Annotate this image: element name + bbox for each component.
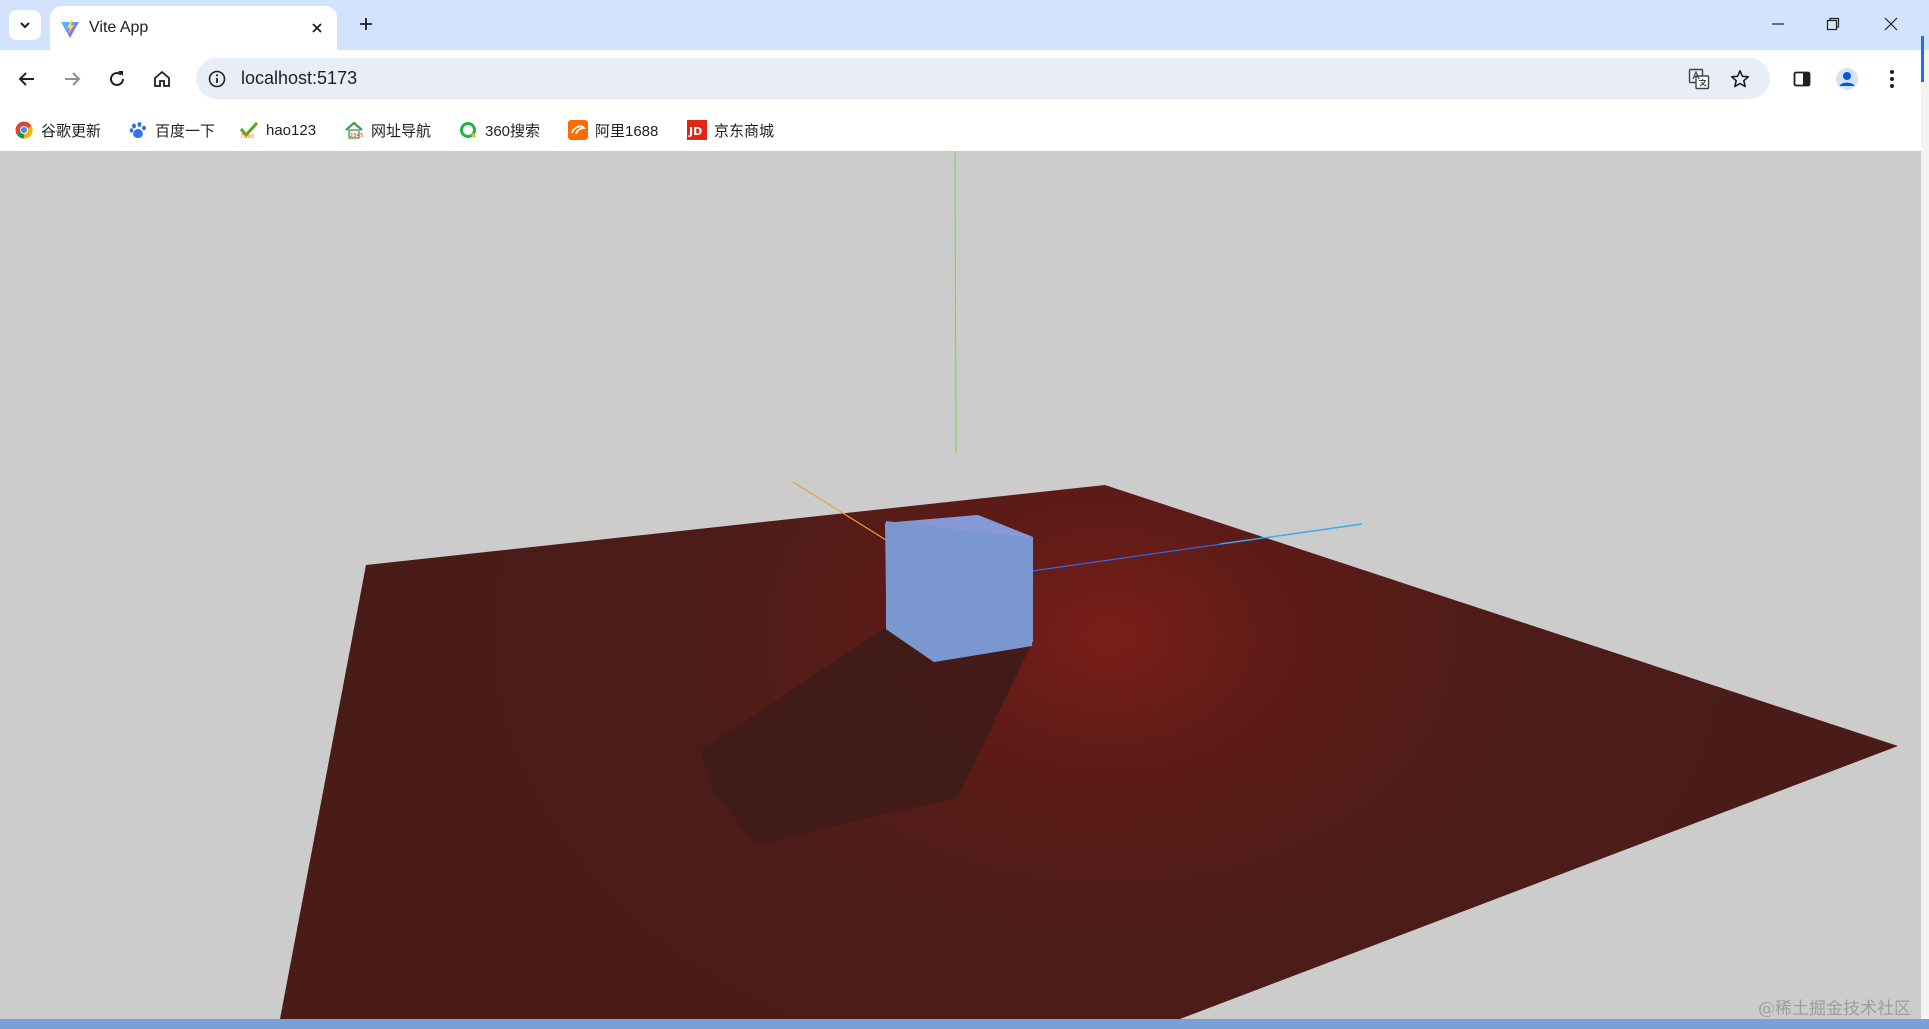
bookmark-baidu[interactable]: 百度一下	[128, 118, 215, 142]
taskbar-strip	[0, 1019, 1929, 1029]
hao123-icon: hao	[239, 120, 259, 140]
bookmark-label: 百度一下	[155, 122, 216, 140]
tab-title: Vite App	[89, 19, 149, 36]
bookmark-jd[interactable]: JD 京东商城	[687, 118, 774, 142]
toolbar: localhost:5173	[0, 50, 1921, 108]
tab-strip: Vite App	[0, 0, 1929, 50]
profile-avatar-icon	[1836, 68, 1858, 90]
axis-y-line	[954, 151, 957, 454]
ground-plane	[280, 485, 1898, 1019]
arrow-left-icon	[18, 72, 34, 86]
window-edge	[1921, 50, 1929, 1019]
home-icon	[154, 70, 170, 87]
house-nav-icon: 2345	[344, 120, 364, 140]
back-button[interactable]	[11, 63, 43, 95]
vite-logo-icon	[61, 20, 79, 38]
bookmarks-bar: 谷歌更新 百度一下 hao hao123 2345 网址导航 360搜索 阿里1…	[0, 108, 1921, 151]
plus-icon	[360, 18, 372, 30]
webgl-canvas[interactable]: @稀土掘金技术社区	[0, 151, 1921, 1019]
reload-button[interactable]	[101, 63, 133, 95]
translate-icon[interactable]	[1686, 66, 1712, 92]
chevron-down-icon	[20, 22, 30, 29]
bookmark-nav[interactable]: 2345 网址导航	[344, 118, 431, 142]
tab-vite-app[interactable]: Vite App	[50, 6, 337, 50]
watermark-text: @稀土掘金技术社区	[1758, 999, 1911, 1019]
site-info-icon[interactable]	[205, 67, 229, 91]
bookmark-label: 网址导航	[371, 122, 432, 140]
profile-button[interactable]	[1831, 63, 1863, 95]
side-panel-icon	[1793, 71, 1811, 87]
svg-text:hao: hao	[241, 132, 254, 139]
close-icon	[312, 23, 322, 33]
svg-text:2345: 2345	[350, 133, 364, 139]
bookmark-label: 360搜索	[485, 122, 541, 140]
bookmark-label: 谷歌更新	[41, 122, 102, 140]
side-panel-button[interactable]	[1786, 63, 1818, 95]
reload-icon	[110, 71, 124, 86]
menu-button[interactable]	[1876, 63, 1908, 95]
kebab-menu-icon	[1890, 70, 1894, 88]
close-window-button[interactable]	[1868, 6, 1914, 42]
bookmark-360-search[interactable]: 360搜索	[458, 118, 540, 142]
baidu-paw-icon	[128, 120, 148, 140]
restore-icon	[1826, 17, 1840, 31]
bookmark-star-icon[interactable]	[1727, 66, 1753, 92]
chrome-icon	[14, 120, 34, 140]
restore-button[interactable]	[1810, 6, 1856, 42]
bookmark-chrome-update[interactable]: 谷歌更新	[14, 118, 101, 142]
bookmark-label: 京东商城	[714, 122, 775, 140]
bookmark-label: 阿里1688	[595, 122, 659, 140]
forward-button[interactable]	[56, 63, 88, 95]
tab-search-button[interactable]	[9, 10, 41, 40]
alibaba-icon	[568, 120, 588, 140]
360-search-icon	[458, 120, 478, 140]
arrow-right-icon	[65, 72, 81, 86]
bookmark-alibaba-1688[interactable]: 阿里1688	[568, 118, 658, 142]
svg-text:JD: JD	[688, 125, 702, 138]
home-button[interactable]	[146, 63, 178, 95]
tab-close-button[interactable]	[305, 16, 329, 40]
3d-scene	[280, 151, 1898, 1019]
cube	[885, 515, 1033, 662]
bookmark-hao123[interactable]: hao hao123	[239, 118, 316, 142]
minimize-button[interactable]	[1755, 6, 1801, 42]
bookmark-label: hao123	[266, 121, 317, 139]
jd-icon: JD	[687, 120, 707, 140]
url-text[interactable]: localhost:5173	[241, 68, 357, 89]
address-bar[interactable]: localhost:5173	[196, 58, 1770, 99]
close-icon	[1884, 17, 1898, 31]
minimize-icon	[1772, 23, 1784, 25]
new-tab-button[interactable]	[352, 10, 380, 38]
window-edge-accent	[1921, 36, 1924, 82]
